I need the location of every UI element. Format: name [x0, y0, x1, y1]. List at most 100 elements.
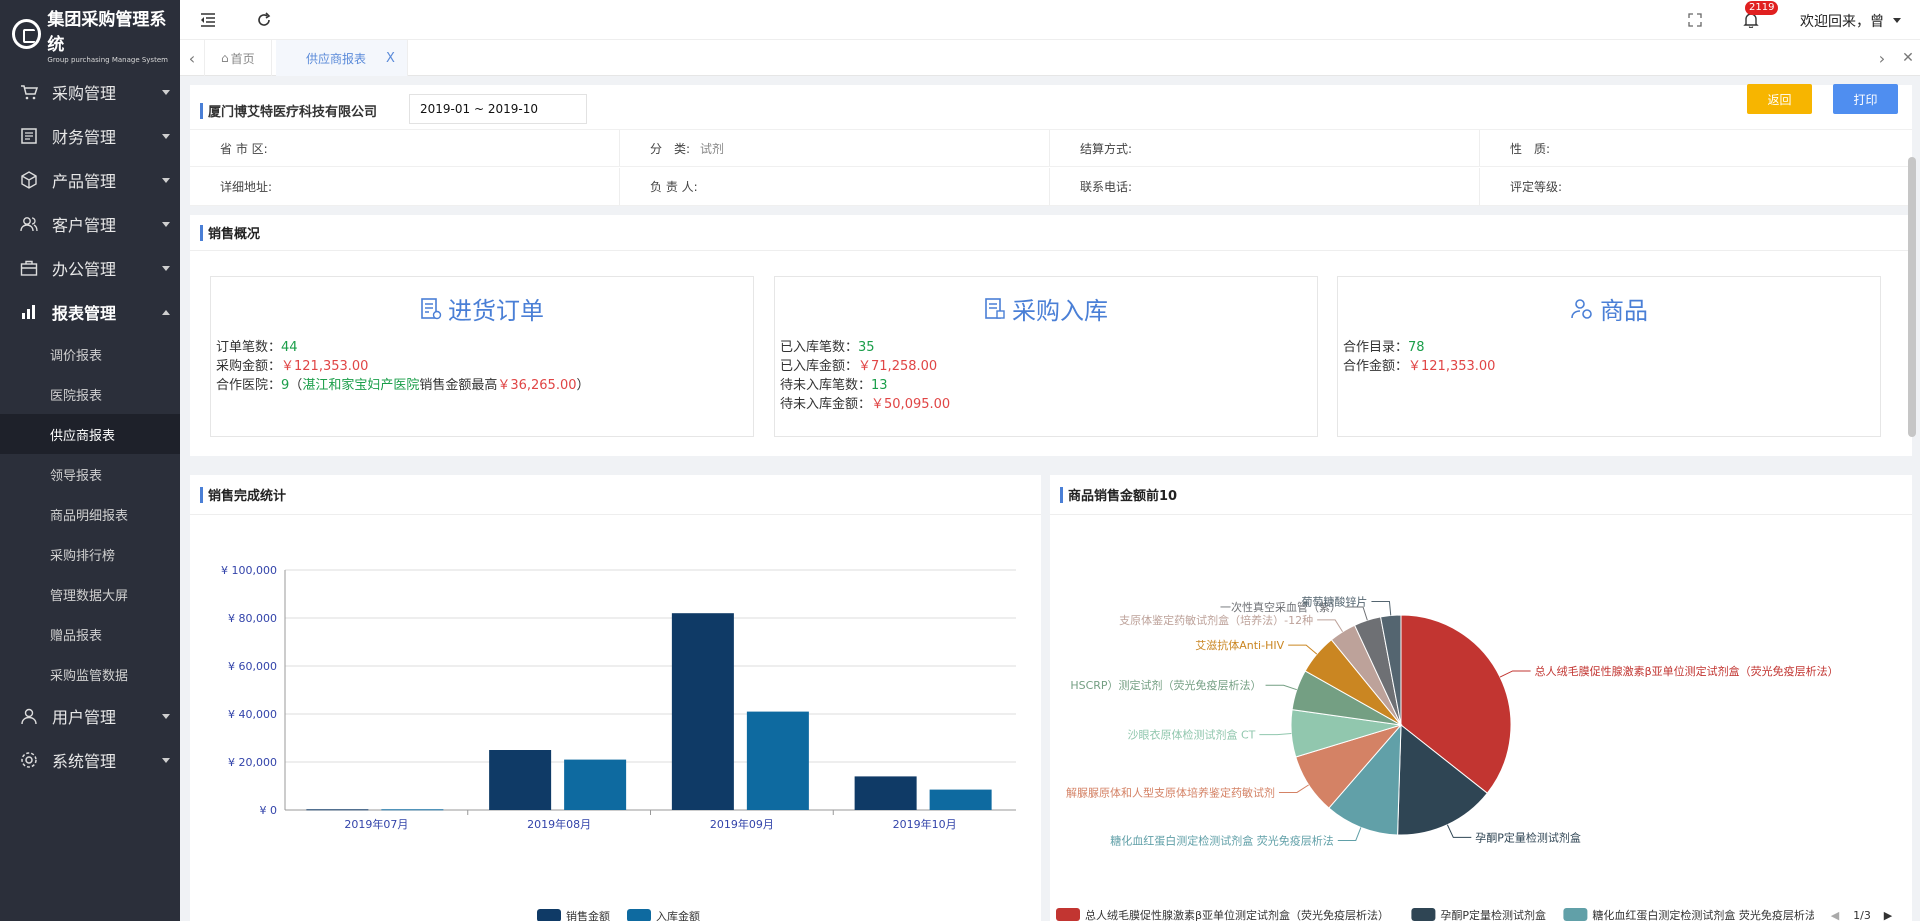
menu-label: 系统管理 — [52, 752, 117, 771]
fullscreen-icon[interactable] — [1685, 10, 1705, 30]
legend-swatch — [1411, 908, 1436, 921]
stat-lines: 订单笔数：44 采购金额：￥121,353.00 合作医院：9（湛江和家宝妇产医… — [216, 338, 590, 395]
y-tick-label: ¥ 0 — [260, 804, 278, 817]
print-button[interactable]: 打印 — [1833, 84, 1898, 114]
stat-value: ￥121,353.00 — [281, 359, 369, 374]
bar — [746, 711, 809, 810]
menu-report[interactable]: 报表管理 — [0, 290, 180, 334]
menu-office[interactable]: 办公管理 — [0, 246, 180, 290]
slice-label: 解脲脲原体和人型支原体培养鉴定药敏试剂 — [1066, 785, 1275, 799]
menu-label: 财务管理 — [52, 128, 117, 147]
menu-finance[interactable]: 财务管理 — [0, 114, 180, 158]
top10-pie-chart: 总人绒毛膜促性腺激素β亚单位测定试剂盒（荧光免疫层析法）孕酮P定量检测试剂盒糖化… — [1056, 595, 1912, 921]
y-tick-label: ¥ 20,000 — [228, 756, 277, 769]
date-range-picker[interactable]: 2019-01 ~ 2019-10 — [409, 94, 587, 124]
legend-swatch — [627, 909, 651, 921]
stat-value: 35 — [858, 340, 875, 355]
finance-icon — [20, 127, 38, 145]
chevron-down-icon — [162, 90, 170, 95]
y-tick-label: ¥ 80,000 — [228, 612, 277, 625]
sidebar-item-gift-report[interactable]: 赠品报表 — [0, 614, 180, 654]
sidebar-item-supervision-data[interactable]: 采购监管数据 — [0, 654, 180, 694]
y-tick-label: ¥ 40,000 — [228, 708, 277, 721]
slice-label: 艾滋抗体Anti-HIV — [1195, 638, 1284, 652]
menu-label: 用户管理 — [52, 708, 117, 727]
supplier-name: 厦门博艾特医疗科技有限公司 — [208, 105, 378, 120]
settings-icon — [20, 751, 38, 769]
stat-lines: 已入库笔数：35 已入库金额：￥71,258.00 待未入库笔数：13 待未入库… — [780, 338, 950, 414]
top-hospital-link[interactable]: 湛江和家宝妇产医院 — [302, 378, 419, 393]
label-line — [1317, 619, 1344, 633]
sidebar-item-price-report[interactable]: 调价报表 — [0, 334, 180, 374]
sales-stats-card: 销售完成统计 ¥ 0 ¥ 20,000 ¥ 40,000 ¥ 60,000 ¥ 80,0… — [190, 475, 1041, 921]
welcome-user[interactable]: 欢迎回来，曾 — [1800, 11, 1884, 31]
products-stat-box: 商品 合作目录：78 合作金额：￥121,353.00 — [1337, 276, 1881, 437]
slice-label: 总人绒毛膜促性腺激素β亚单位测定试剂盒（荧光免疫层析法） — [1535, 664, 1839, 678]
bar — [564, 759, 627, 810]
menu-purchase[interactable]: 采购管理 — [0, 70, 180, 114]
menu-product[interactable]: 产品管理 — [0, 158, 180, 202]
cart-icon — [20, 83, 38, 101]
menu-user[interactable]: 用户管理 — [0, 694, 180, 738]
menu-system[interactable]: 系统管理 — [0, 738, 180, 782]
chevron-down-icon[interactable] — [1893, 18, 1901, 23]
tab-supplier-report[interactable]: 供应商报表 X — [276, 40, 408, 76]
info-label: 详细地址: — [220, 180, 273, 194]
app-logo[interactable]: 集团采购管理系统 Group purchasing Manage System — [0, 0, 180, 68]
home-icon: ⌂ — [221, 51, 229, 65]
stat-label: 已入库金额： — [780, 359, 859, 374]
menu-customer[interactable]: 客户管理 — [0, 202, 180, 246]
legend-swatch — [537, 909, 561, 921]
legend-page: 1/3 — [1853, 909, 1871, 921]
info-value: 试剂 — [700, 141, 725, 156]
menu-label: 客户管理 — [52, 216, 117, 235]
bar — [854, 776, 917, 810]
sidebar-item-purchase-ranking[interactable]: 采购排行榜 — [0, 534, 180, 574]
top-bar: 2119 欢迎回来，曾 — [180, 0, 1920, 40]
vertical-scrollbar[interactable] — [1908, 157, 1916, 437]
chevron-down-icon — [162, 758, 170, 763]
menu-label: 办公管理 — [52, 260, 117, 279]
x-tick-label: 2019年08月 — [527, 817, 591, 831]
tab-scroll-left-icon[interactable]: ‹ — [180, 40, 204, 76]
title-accent — [200, 486, 203, 503]
refresh-icon[interactable] — [254, 10, 274, 30]
info-cell: 详细地址: — [190, 168, 620, 205]
info-row: 详细地址: 负 责 人: 联系电话: 评定等级: — [190, 168, 1912, 206]
stat-label: 已入库笔数： — [780, 340, 859, 355]
sidebar-item-product-detail-report[interactable]: 商品明细报表 — [0, 494, 180, 534]
sidebar-item-hospital-report[interactable]: 医院报表 — [0, 374, 180, 414]
close-all-tabs-icon[interactable]: ✕ — [1896, 40, 1920, 76]
stat-label: 待未入库笔数： — [780, 378, 872, 393]
chevron-down-icon — [162, 266, 170, 271]
stat-text: 销售金额最高 — [419, 378, 498, 393]
stat-label: 采购金额： — [216, 359, 282, 374]
label-line — [1265, 684, 1297, 691]
legend-label: 总人绒毛膜促性腺激素β亚单位测定试剂盒（荧光免疫层析法） — [1085, 908, 1389, 921]
info-row: 省 市 区: 分 类: 试剂 结算方式: 性 质: — [190, 129, 1912, 167]
close-icon[interactable]: X — [386, 51, 395, 66]
sidebar: 集团采购管理系统 Group purchasing Manage System … — [0, 0, 180, 921]
tab-scroll-right-icon[interactable]: › — [1870, 40, 1894, 76]
legend-label: 糖化血红蛋白测定检测试剂盒 荧光免疫层析法 — [1592, 908, 1816, 921]
briefcase-icon — [20, 259, 38, 277]
sidebar-item-supplier-report[interactable]: 供应商报表 — [0, 414, 180, 454]
stat-value: 78 — [1408, 340, 1425, 355]
stat-value: ￥50,095.00 — [871, 397, 951, 412]
top10-card: 商品销售金额前10 总人绒毛膜促性腺激素β亚单位测定试剂盒（荧光免疫层析法） 孕酮… — [1050, 475, 1912, 921]
back-button[interactable]: 返回 — [1747, 84, 1812, 114]
sidebar-item-data-screen[interactable]: 管理数据大屏 — [0, 574, 180, 614]
stat-value: ￥36,265.00 — [497, 378, 577, 393]
info-cell: 负 责 人: — [620, 168, 1050, 205]
menu-fold-icon[interactable] — [198, 10, 218, 30]
tab-home[interactable]: ⌂ 首页 — [204, 40, 272, 76]
stat-label: 合作目录： — [1343, 340, 1409, 355]
notification-badge: 2119 — [1745, 1, 1779, 15]
info-label: 分 类: — [650, 141, 691, 156]
sidebar-item-leader-report[interactable]: 领导报表 — [0, 454, 180, 494]
chevron-up-icon — [162, 310, 170, 315]
stat-value: 13 — [871, 378, 888, 393]
info-label: 联系电话: — [1080, 180, 1133, 194]
chevron-down-icon — [162, 134, 170, 139]
inbound-stat-box: 采购入库 已入库笔数：35 已入库金额：￥71,258.00 待未入库笔数：13… — [774, 276, 1318, 437]
